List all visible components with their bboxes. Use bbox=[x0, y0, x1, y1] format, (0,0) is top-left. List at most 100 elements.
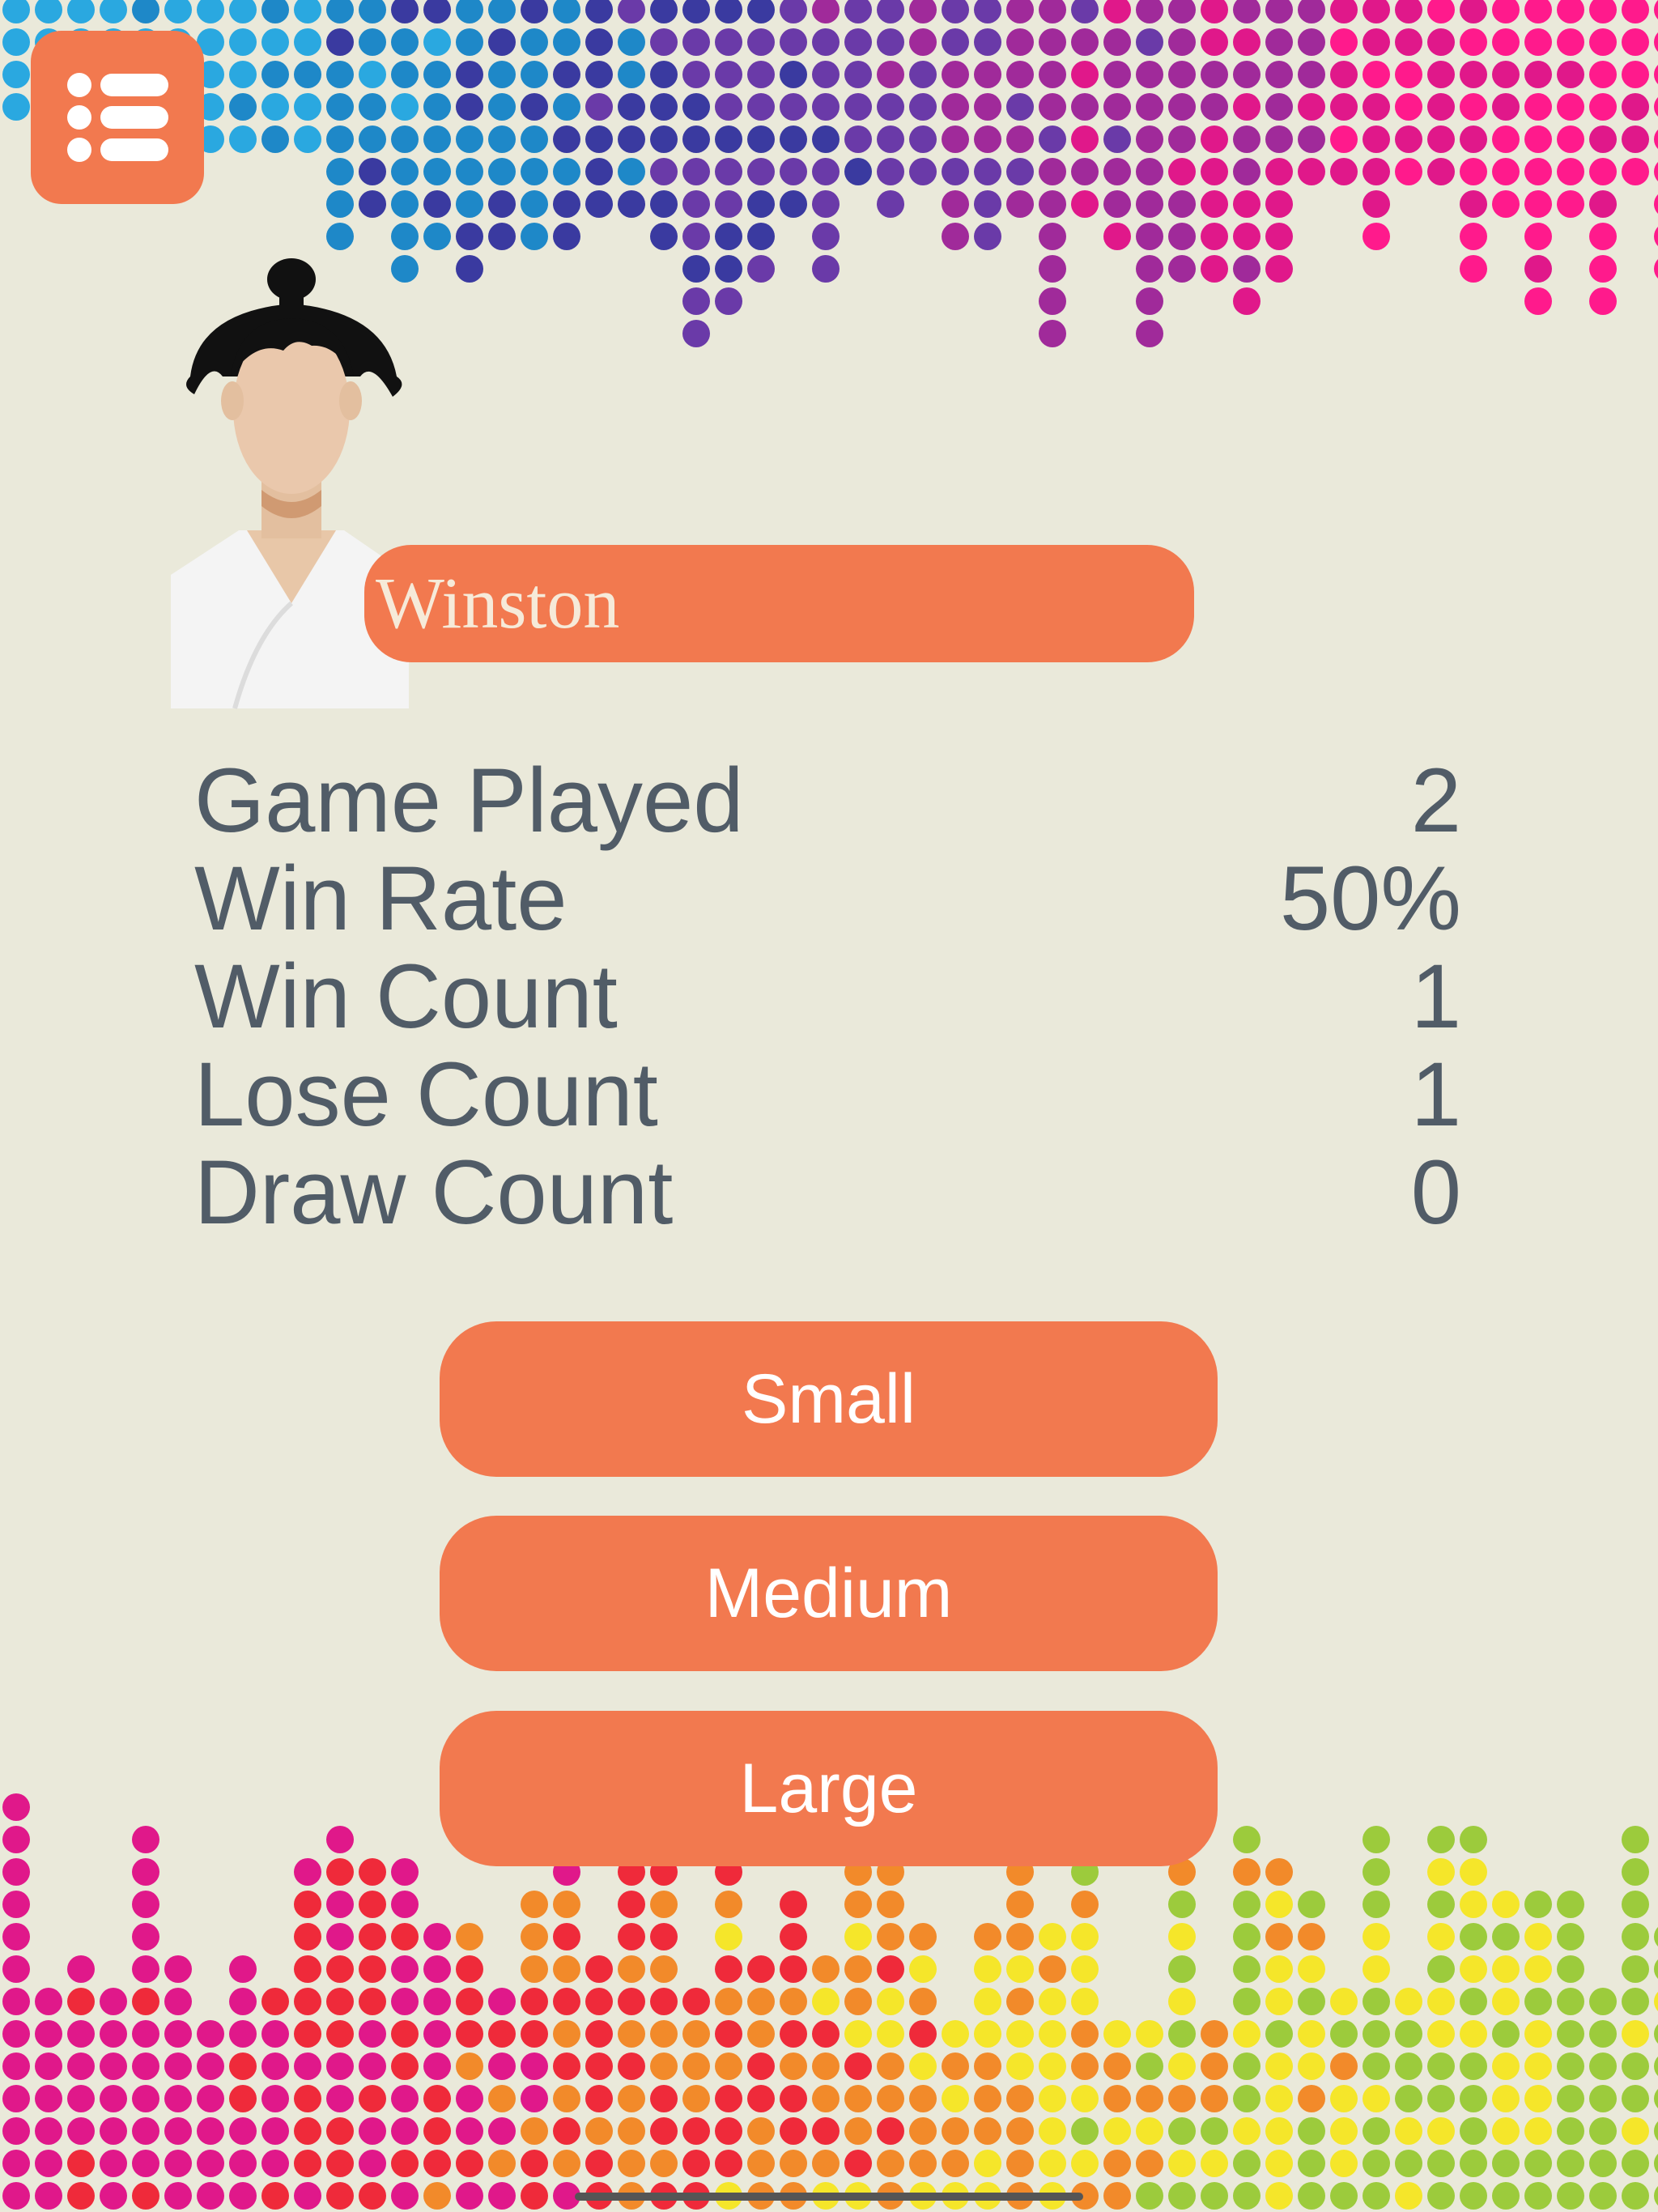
pattern-dot bbox=[423, 2150, 451, 2177]
pattern-dot bbox=[1460, 2117, 1487, 2145]
stat-value: 2 bbox=[1410, 750, 1461, 851]
pattern-dot bbox=[1298, 1923, 1325, 1950]
pattern-dot bbox=[553, 2020, 580, 2048]
pattern-dot bbox=[423, 1988, 451, 2015]
pattern-dot bbox=[1654, 1991, 1658, 2012]
pattern-dot bbox=[715, 2085, 742, 2112]
pattern-dot bbox=[1622, 2150, 1649, 2177]
pattern-dot bbox=[132, 1858, 159, 1886]
pattern-dot bbox=[1265, 1955, 1293, 1983]
pattern-dot bbox=[1298, 2150, 1325, 2177]
pattern-dot bbox=[1492, 2085, 1520, 2112]
pattern-dot bbox=[1557, 1891, 1584, 1918]
pattern-dot bbox=[1460, 1988, 1487, 2015]
pattern-dot bbox=[67, 2085, 95, 2112]
pattern-dot bbox=[1039, 2020, 1066, 2048]
pattern-dot bbox=[909, 1988, 937, 2015]
pattern-dot bbox=[1071, 2052, 1099, 2080]
pattern-dot bbox=[326, 1988, 354, 2015]
pattern-dot bbox=[294, 2150, 321, 2177]
pattern-dot bbox=[456, 1988, 483, 2015]
pattern-dot bbox=[326, 2052, 354, 2080]
pattern-dot bbox=[1427, 2085, 1455, 2112]
pattern-dot bbox=[1071, 1891, 1099, 1918]
pattern-dot bbox=[294, 2085, 321, 2112]
pattern-dot bbox=[67, 1955, 95, 1983]
small-board-button[interactable]: Small bbox=[440, 1321, 1218, 1477]
pattern-dot bbox=[877, 2085, 904, 2112]
pattern-dot bbox=[132, 1826, 159, 1853]
pattern-dot bbox=[1233, 2182, 1261, 2210]
pattern-dot bbox=[1233, 2052, 1261, 2080]
pattern-dot bbox=[35, 2117, 62, 2145]
large-board-button[interactable]: Large bbox=[440, 1711, 1218, 1866]
pattern-dot bbox=[456, 2052, 483, 2080]
pattern-dot bbox=[1524, 1988, 1552, 2015]
pattern-dot bbox=[1201, 2117, 1228, 2145]
pattern-dot bbox=[423, 1955, 451, 1983]
pattern-dot bbox=[1233, 1923, 1261, 1950]
pattern-dot bbox=[1524, 2020, 1552, 2048]
pattern-dot bbox=[1363, 2182, 1390, 2210]
pattern-dot bbox=[1168, 2182, 1196, 2210]
pattern-dot bbox=[456, 1955, 483, 1983]
pattern-dot bbox=[650, 2085, 678, 2112]
pattern-dot bbox=[2, 1988, 30, 2015]
pattern-dot bbox=[197, 2085, 224, 2112]
pattern-dot bbox=[1622, 1891, 1649, 1918]
pattern-dot bbox=[780, 1988, 807, 2015]
pattern-dot bbox=[1298, 1891, 1325, 1918]
pattern-dot bbox=[100, 2182, 127, 2210]
pattern-dot bbox=[780, 2085, 807, 2112]
pattern-dot bbox=[67, 2182, 95, 2210]
pattern-dot bbox=[456, 2182, 483, 2210]
pattern-dot bbox=[618, 1988, 645, 2015]
pattern-dot bbox=[391, 1858, 419, 1886]
pattern-dot bbox=[1006, 1955, 1034, 1983]
pattern-dot bbox=[1330, 2085, 1358, 2112]
pattern-dot bbox=[229, 2182, 257, 2210]
pattern-dot bbox=[521, 1891, 548, 1918]
pattern-dot bbox=[100, 1988, 127, 2015]
pattern-dot bbox=[1395, 2150, 1422, 2177]
pattern-dot bbox=[326, 1955, 354, 1983]
pattern-dot bbox=[1168, 2020, 1196, 2048]
pattern-dot bbox=[1622, 2182, 1649, 2210]
pattern-dot bbox=[35, 2052, 62, 2080]
pattern-dot bbox=[1622, 1955, 1649, 1983]
pattern-dot bbox=[294, 2182, 321, 2210]
pattern-dot bbox=[1492, 2182, 1520, 2210]
pattern-dot bbox=[682, 2085, 710, 2112]
pattern-dot bbox=[1460, 2085, 1487, 2112]
stat-value: 1 bbox=[1410, 946, 1461, 1047]
pattern-dot bbox=[618, 2085, 645, 2112]
pattern-dot bbox=[650, 1955, 678, 1983]
pattern-dot bbox=[521, 2052, 548, 2080]
pattern-dot bbox=[1363, 1858, 1390, 1886]
pattern-dot bbox=[326, 1826, 354, 1853]
pattern-dot bbox=[1363, 1923, 1390, 1950]
pattern-dot bbox=[423, 2117, 451, 2145]
pattern-dot bbox=[974, 2020, 1001, 2048]
pattern-dot bbox=[2, 1858, 30, 1886]
pattern-dot bbox=[1460, 2020, 1487, 2048]
stat-value: 1 bbox=[1410, 1044, 1461, 1145]
pattern-dot bbox=[1103, 2085, 1131, 2112]
pattern-dot bbox=[67, 1988, 95, 2015]
pattern-dot bbox=[35, 1988, 62, 2015]
pattern-dot bbox=[1039, 2085, 1066, 2112]
pattern-dot bbox=[1103, 2020, 1131, 2048]
pattern-dot bbox=[682, 1988, 710, 2015]
pattern-dot bbox=[1330, 2117, 1358, 2145]
pattern-dot bbox=[1427, 2052, 1455, 2080]
pattern-dot bbox=[1039, 1923, 1066, 1950]
stat-row-win-rate: Win Rate 50% bbox=[194, 849, 1461, 947]
sumo-wrestler-avatar bbox=[171, 258, 409, 709]
pattern-dot bbox=[553, 2117, 580, 2145]
pattern-dot bbox=[1654, 1926, 1658, 1947]
pattern-dot bbox=[1233, 1955, 1261, 1983]
medium-board-button[interactable]: Medium bbox=[440, 1516, 1218, 1671]
menu-button[interactable] bbox=[31, 31, 204, 204]
player-name-field[interactable]: Winston bbox=[364, 545, 1194, 662]
pattern-dot bbox=[100, 2150, 127, 2177]
